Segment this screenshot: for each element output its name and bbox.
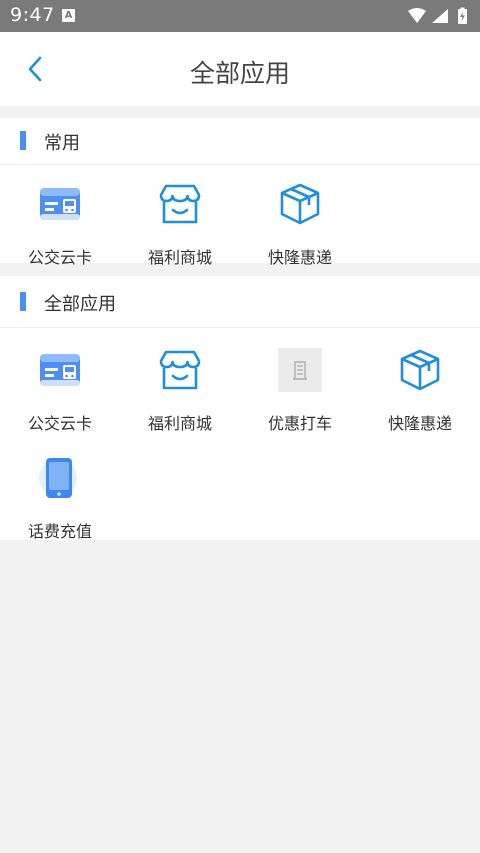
all-apps-section: 全部应用 公交云卡 福利商城 优惠打车 快隆惠递 话费充值 [0,276,480,541]
common-section: 常用 公交云卡 福利商城 快隆惠递 [0,118,480,267]
notification-a-icon: A [62,9,75,22]
app-label: 快隆惠递 [387,414,452,433]
app-header: 全部应用 [0,32,480,106]
signal-icon [432,9,448,23]
common-section-title: 常用 [44,133,80,154]
shop-icon [159,350,201,390]
app-label: 快隆惠递 [267,248,332,267]
section-marker [20,292,26,311]
image-placeholder-icon [278,348,322,392]
status-time: 9:47 [10,4,55,26]
shop-icon [159,184,201,224]
common-section-header: 常用 [0,118,480,165]
app-label: 话费充值 [27,522,92,541]
package-icon [400,349,440,391]
app-label: 优惠打车 [267,414,332,433]
phone-icon [39,458,77,498]
status-bar: 9:47 A [0,0,480,32]
app-item-taxi[interactable]: 优惠打车 [240,348,360,440]
wifi-icon [408,8,426,23]
app-item-bus-card[interactable]: 公交云卡 [0,348,120,440]
all-apps-section-title: 全部应用 [44,294,116,315]
app-label: 福利商城 [147,414,212,433]
all-apps-section-header: 全部应用 [0,276,480,328]
app-item-bus-card[interactable]: 公交云卡 [0,182,120,274]
app-label: 公交云卡 [27,248,92,267]
app-item-package[interactable]: 快隆惠递 [360,348,480,440]
app-item-shop[interactable]: 福利商城 [120,182,240,274]
app-label: 公交云卡 [27,414,92,433]
battery-icon [458,7,467,24]
section-marker [20,131,26,150]
status-icons [408,7,467,24]
package-icon [280,183,320,225]
page-title: 全部应用 [189,59,290,88]
app-item-phone-recharge[interactable]: 话费充值 [0,456,120,548]
app-label: 福利商城 [147,248,212,267]
app-item-package[interactable]: 快隆惠递 [240,182,360,274]
app-item-shop[interactable]: 福利商城 [120,348,240,440]
bus-card-icon [40,188,80,220]
bus-card-icon [40,354,80,386]
